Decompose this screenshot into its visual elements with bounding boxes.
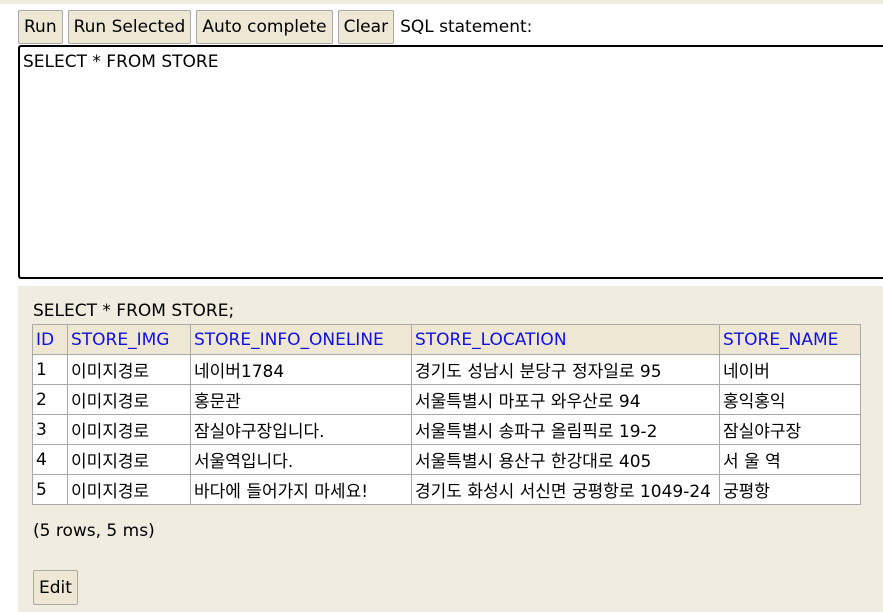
cell-store-info-oneline: 바다에 들어가지 마세요! xyxy=(190,474,412,505)
cell-store-img: 이미지경로 xyxy=(67,384,191,415)
result-query-text: SELECT * FROM STORE; xyxy=(33,301,235,321)
run-selected-button[interactable]: Run Selected xyxy=(67,10,192,44)
table-header-row: ID STORE_IMG STORE_INFO_ONELINE STORE_LO… xyxy=(32,324,861,355)
table-row: 2 이미지경로 홍문관 서울특별시 마포구 와우산로 94 홍익홍익 xyxy=(32,384,861,415)
cell-store-name: 홍익홍익 xyxy=(719,384,861,415)
cell-id: 4 xyxy=(32,444,68,475)
edit-button[interactable]: Edit xyxy=(33,570,78,605)
cell-store-location: 경기도 성남시 분당구 정자일로 95 xyxy=(411,354,720,385)
sql-statement-label: SQL statement: xyxy=(400,17,533,37)
clear-button[interactable]: Clear xyxy=(337,10,395,44)
cell-id: 2 xyxy=(32,384,68,415)
cell-id: 5 xyxy=(32,474,68,505)
table-row: 3 이미지경로 잠실야구장입니다. 서울특별시 송파구 올림픽로 19-2 잠실… xyxy=(32,414,861,445)
cell-id: 1 xyxy=(32,354,68,385)
sql-editor[interactable]: SELECT * FROM STORE xyxy=(18,45,883,279)
cell-id: 3 xyxy=(32,414,68,445)
cell-store-info-oneline: 서울역입니다. xyxy=(190,444,412,475)
cell-store-img: 이미지경로 xyxy=(67,444,191,475)
cell-store-img: 이미지경로 xyxy=(67,414,191,445)
table-row: 5 이미지경로 바다에 들어가지 마세요! 경기도 화성시 서신면 궁평항로 1… xyxy=(32,474,861,505)
cell-store-location: 서울특별시 송파구 올림픽로 19-2 xyxy=(411,414,720,445)
result-panel: SELECT * FROM STORE; ID STORE_IMG STORE_… xyxy=(18,286,883,612)
cell-store-info-oneline: 잠실야구장입니다. xyxy=(190,414,412,445)
cell-store-img: 이미지경로 xyxy=(67,354,191,385)
column-header-store-location[interactable]: STORE_LOCATION xyxy=(411,324,720,355)
results-table: ID STORE_IMG STORE_INFO_ONELINE STORE_LO… xyxy=(32,324,861,505)
column-header-store-info-oneline[interactable]: STORE_INFO_ONELINE xyxy=(190,324,412,355)
cell-store-location: 서울특별시 마포구 와우산로 94 xyxy=(411,384,720,415)
result-stats: (5 rows, 5 ms) xyxy=(33,521,155,541)
cell-store-info-oneline: 네이버1784 xyxy=(190,354,412,385)
cell-store-info-oneline: 홍문관 xyxy=(190,384,412,415)
table-row: 1 이미지경로 네이버1784 경기도 성남시 분당구 정자일로 95 네이버 xyxy=(32,354,861,385)
run-button[interactable]: Run xyxy=(18,10,63,44)
column-header-store-name[interactable]: STORE_NAME xyxy=(719,324,861,355)
cell-store-name: 서 울 역 xyxy=(719,444,861,475)
cell-store-name: 네이버 xyxy=(719,354,861,385)
auto-complete-button[interactable]: Auto complete xyxy=(196,10,333,44)
column-header-id[interactable]: ID xyxy=(32,324,68,355)
table-row: 4 이미지경로 서울역입니다. 서울특별시 용산구 한강대로 405 서 울 역 xyxy=(32,444,861,475)
cell-store-name: 잠실야구장 xyxy=(719,414,861,445)
cell-store-location: 서울특별시 용산구 한강대로 405 xyxy=(411,444,720,475)
top-strip xyxy=(0,0,883,4)
cell-store-location: 경기도 화성시 서신면 궁평항로 1049-24 xyxy=(411,474,720,505)
cell-store-name: 궁평항 xyxy=(719,474,861,505)
toolbar: Run Run Selected Auto complete Clear SQL… xyxy=(18,10,532,44)
cell-store-img: 이미지경로 xyxy=(67,474,191,505)
column-header-store-img[interactable]: STORE_IMG xyxy=(67,324,191,355)
